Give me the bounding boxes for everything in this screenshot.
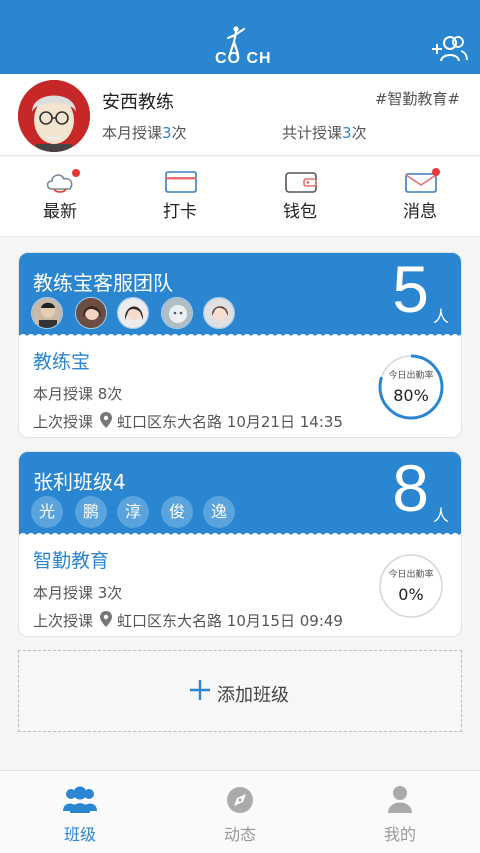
member-photo bbox=[32, 298, 62, 328]
last-lesson-place: 虹口区东大名路 10月15日 09:49 bbox=[117, 612, 343, 630]
wallet-icon bbox=[285, 172, 317, 193]
class-last-lesson: 上次授课 虹口区东大名路 10月15日 09:49 bbox=[33, 610, 343, 631]
class-title: 教练宝客服团队 bbox=[33, 271, 173, 295]
member-photo bbox=[162, 298, 192, 328]
attendance-ring: 今日出勤率 80% bbox=[377, 353, 445, 421]
card-icon bbox=[165, 171, 197, 193]
notification-dot bbox=[72, 169, 80, 177]
tab-label: 我的 bbox=[383, 825, 416, 844]
avatar-illustration bbox=[18, 80, 90, 152]
class-title: 张利班级4 bbox=[33, 470, 126, 494]
attendance-label: 今日出勤率 bbox=[388, 371, 434, 381]
profile-section: 安西教练 #智勤教育# 本月授课3次 共计授课3次 bbox=[0, 74, 480, 156]
class-card[interactable]: 张利班级4 光 鹏 淳 俊 逸 8 人 智勤教育 本月授课 3次 上次授课 虹口区… bbox=[18, 451, 462, 637]
attendance-value: 0% bbox=[398, 585, 424, 604]
member-count-unit: 人 bbox=[432, 506, 449, 525]
total-lessons-count: 3 bbox=[342, 124, 352, 142]
group-icon bbox=[63, 786, 97, 813]
quick-nav-wallet[interactable]: 钱包 bbox=[240, 157, 360, 237]
location-pin-icon bbox=[100, 412, 113, 428]
top-header: CO CH bbox=[0, 0, 480, 74]
notification-dot bbox=[432, 168, 440, 176]
person-icon bbox=[388, 786, 412, 813]
member-chip[interactable]: 逸 bbox=[203, 496, 235, 528]
monthly-lessons-count: 3 bbox=[162, 124, 172, 142]
coach-logo: CO CH bbox=[198, 22, 282, 72]
tab-label: 班级 bbox=[63, 825, 96, 844]
monthly-lessons: 本月授课3次 bbox=[102, 122, 187, 143]
member-photo bbox=[76, 298, 106, 328]
total-lessons: 共计授课3次 bbox=[282, 122, 367, 143]
class-card-body: 智勤教育 本月授课 3次 上次授课 虹口区东大名路 10月15日 09:49 今日… bbox=[19, 538, 461, 636]
member-avatar[interactable] bbox=[161, 297, 193, 329]
class-monthly-lessons: 本月授课 8次 bbox=[33, 385, 123, 403]
add-user-icon bbox=[432, 36, 468, 62]
attendance-label: 今日出勤率 bbox=[388, 570, 434, 580]
location-pin-icon bbox=[100, 611, 113, 627]
add-class-label: 添加班级 bbox=[217, 685, 289, 706]
total-lessons-unit: 次 bbox=[351, 124, 367, 142]
class-card-header: 教练宝客服团队 5 人 bbox=[19, 252, 461, 340]
last-lesson-label: 上次授课 bbox=[33, 612, 94, 630]
member-avatar[interactable] bbox=[75, 297, 107, 329]
last-lesson-label: 上次授课 bbox=[33, 413, 94, 431]
quick-nav-checkin[interactable]: 打卡 bbox=[120, 157, 240, 237]
quick-nav-label: 打卡 bbox=[163, 202, 197, 222]
add-user-button[interactable] bbox=[430, 34, 468, 64]
quick-nav-latest[interactable]: 最新 bbox=[0, 157, 120, 237]
coach-name: 安西教练 bbox=[102, 92, 174, 113]
quick-nav-label: 消息 bbox=[403, 202, 437, 222]
attendance-value: 80% bbox=[393, 386, 429, 405]
monthly-lessons-label: 本月授课 bbox=[102, 124, 163, 142]
member-count: 8 bbox=[392, 451, 429, 525]
member-photo bbox=[118, 298, 148, 328]
member-chip[interactable]: 淳 bbox=[117, 496, 149, 528]
compass-icon bbox=[227, 787, 253, 813]
tab-classes[interactable]: 班级 bbox=[0, 771, 160, 853]
quick-nav-label: 钱包 bbox=[283, 202, 317, 222]
tab-profile[interactable]: 我的 bbox=[320, 771, 480, 853]
logo-text: CO CH bbox=[215, 50, 272, 67]
class-last-lesson: 上次授课 虹口区东大名路 10月21日 14:35 bbox=[33, 411, 343, 432]
member-count-unit: 人 bbox=[432, 307, 449, 326]
last-lesson-place: 虹口区东大名路 10月21日 14:35 bbox=[117, 413, 343, 431]
member-avatar[interactable] bbox=[117, 297, 149, 329]
class-card-body: 教练宝 本月授课 8次 上次授课 虹口区东大名路 10月21日 14:35 今日出… bbox=[19, 339, 461, 437]
tab-feed[interactable]: 动态 bbox=[160, 771, 320, 853]
plus-icon bbox=[190, 680, 210, 700]
bottom-tab-bar: 班级 动态 我的 bbox=[0, 770, 480, 853]
member-count: 5 bbox=[392, 252, 429, 326]
tab-label: 动态 bbox=[223, 825, 256, 844]
member-photo bbox=[204, 298, 234, 328]
class-school: 教练宝 bbox=[33, 351, 91, 373]
quick-nav-messages[interactable]: 消息 bbox=[360, 157, 480, 237]
add-class-button[interactable]: 添加班级 bbox=[18, 650, 462, 732]
quick-nav: 最新 打卡 钱包 消息 bbox=[0, 157, 480, 237]
member-avatar[interactable] bbox=[31, 297, 63, 329]
total-lessons-label: 共计授课 bbox=[282, 124, 343, 142]
coach-avatar[interactable] bbox=[18, 80, 90, 152]
quick-nav-label: 最新 bbox=[43, 202, 77, 222]
attendance-ring: 今日出勤率 0% bbox=[377, 552, 445, 620]
class-monthly-lessons: 本月授课 3次 bbox=[33, 584, 123, 602]
member-chip[interactable]: 俊 bbox=[161, 496, 193, 528]
member-chip[interactable]: 光 bbox=[31, 496, 63, 528]
member-chip[interactable]: 鹏 bbox=[75, 496, 107, 528]
class-card[interactable]: 教练宝客服团队 5 人 教练宝 本月授课 8次 上次授课 虹口区东大名路 10月… bbox=[18, 252, 462, 438]
monthly-lessons-unit: 次 bbox=[171, 124, 187, 142]
class-card-header: 张利班级4 光 鹏 淳 俊 逸 8 人 bbox=[19, 451, 461, 539]
organization-tag[interactable]: #智勤教育# bbox=[375, 88, 460, 109]
member-avatar[interactable] bbox=[203, 297, 235, 329]
class-school: 智勤教育 bbox=[33, 550, 110, 572]
